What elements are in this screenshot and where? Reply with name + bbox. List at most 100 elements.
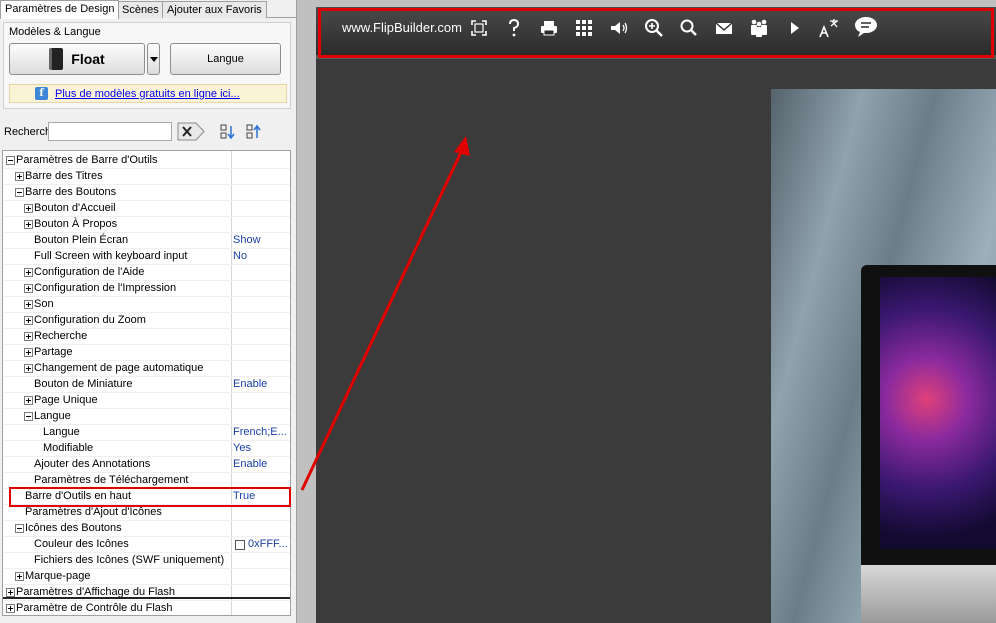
more-templates-bar: f Plus de modèles gratuits en ligne ici.… bbox=[9, 84, 287, 103]
tab-favorites[interactable]: Ajouter aux Favoris bbox=[162, 1, 267, 18]
highlight-box-toolbar-setting bbox=[9, 487, 291, 507]
row-label: Marque-page bbox=[25, 570, 91, 582]
expand-icon[interactable] bbox=[24, 268, 33, 277]
tree-row[interactable]: Bouton Plein Écran Show bbox=[3, 233, 290, 249]
row-label: Recherche bbox=[34, 330, 88, 342]
settings-panel: Paramètres de Design Scènes Ajouter aux … bbox=[0, 0, 297, 623]
row-label: Configuration de l'Impression bbox=[34, 282, 177, 294]
row-label: Paramètres de Téléchargement bbox=[34, 474, 189, 486]
color-swatch[interactable] bbox=[235, 540, 245, 550]
row-label: Langue bbox=[43, 426, 80, 438]
row-value[interactable]: Show bbox=[233, 233, 290, 248]
row-label: Son bbox=[34, 298, 54, 310]
collapse-icon[interactable] bbox=[15, 188, 24, 197]
template-select-button[interactable]: Float bbox=[9, 43, 145, 75]
tree-row[interactable]: Marque-page bbox=[3, 569, 290, 585]
chevron-down-icon bbox=[149, 56, 158, 62]
row-value[interactable]: Enable bbox=[233, 377, 290, 392]
monitor-screen bbox=[880, 277, 996, 549]
more-templates-link[interactable]: Plus de modèles gratuits en ligne ici... bbox=[55, 88, 240, 100]
row-label: Bouton de Miniature bbox=[34, 378, 133, 390]
expand-icon[interactable] bbox=[6, 588, 15, 597]
row-value[interactable]: No bbox=[233, 249, 290, 264]
templates-language-group: Modèles & Langue Float Langue f Plus de … bbox=[3, 22, 291, 109]
tree-row[interactable]: Configuration de l'Aide bbox=[3, 265, 290, 281]
tree-row[interactable]: Changement de page automatique bbox=[3, 361, 290, 377]
tab-scenes[interactable]: Scènes bbox=[117, 1, 164, 18]
expand-icon[interactable] bbox=[24, 300, 33, 309]
search-label: Recherch bbox=[4, 126, 52, 138]
tree-row[interactable]: Son bbox=[3, 297, 290, 313]
tree-row[interactable]: Icônes des Boutons bbox=[3, 521, 290, 537]
monitor-chin bbox=[861, 565, 996, 623]
row-label: Barre des Boutons bbox=[25, 186, 117, 198]
tree-row[interactable]: Modifiable Yes bbox=[3, 441, 290, 457]
tree-row[interactable]: Couleur des Icônes 0xFFF... bbox=[3, 537, 290, 553]
tree-row[interactable]: Paramètre de Contrôle du Flash bbox=[3, 601, 290, 615]
tree-row[interactable]: Fichiers des Icônes (SWF uniquement) bbox=[3, 553, 290, 569]
search-input[interactable] bbox=[48, 122, 172, 141]
row-label: Partage bbox=[34, 346, 73, 358]
tree-row[interactable]: Partage bbox=[3, 345, 290, 361]
tree-row[interactable]: Bouton de Miniature Enable bbox=[3, 377, 290, 393]
row-label: Langue bbox=[34, 410, 71, 422]
expand-icon[interactable] bbox=[15, 572, 24, 581]
tree-row[interactable]: Recherche bbox=[3, 329, 290, 345]
expand-icon[interactable] bbox=[24, 284, 33, 293]
language-button-label: Langue bbox=[207, 53, 244, 65]
expand-icon[interactable] bbox=[24, 364, 33, 373]
expand-all-icon[interactable] bbox=[219, 123, 237, 141]
row-label: Full Screen with keyboard input bbox=[34, 250, 188, 262]
collapse-icon[interactable] bbox=[24, 412, 33, 421]
row-label: Modifiable bbox=[43, 442, 94, 454]
tree-row[interactable]: Page Unique bbox=[3, 393, 290, 409]
tree-row[interactable]: Barre des Titres bbox=[3, 169, 290, 185]
expand-icon[interactable] bbox=[24, 332, 33, 341]
row-label: Page Unique bbox=[34, 394, 98, 406]
template-label: Float bbox=[71, 51, 105, 67]
row-label: Icônes des Boutons bbox=[25, 522, 122, 534]
row-label: Ajouter des Annotations bbox=[34, 458, 151, 470]
tree-row[interactable]: Configuration du Zoom bbox=[3, 313, 290, 329]
clear-search-button[interactable] bbox=[177, 122, 205, 141]
tree-row[interactable]: Bouton À Propos bbox=[3, 217, 290, 233]
row-label: Bouton d'Accueil bbox=[34, 202, 116, 214]
tree-row[interactable]: Bouton d'Accueil bbox=[3, 201, 290, 217]
tree-row[interactable]: Full Screen with keyboard input No bbox=[3, 249, 290, 265]
tab-design-settings[interactable]: Paramètres de Design bbox=[0, 0, 120, 19]
flipbook-stage: www.FlipBuilder.com bbox=[316, 7, 996, 623]
template-dropdown-button[interactable] bbox=[147, 43, 160, 75]
expand-icon[interactable] bbox=[15, 172, 24, 181]
row-label: Couleur des Icônes bbox=[34, 538, 129, 550]
tree-row[interactable]: Paramètres de Barre d'Outils bbox=[3, 153, 290, 169]
clear-icon bbox=[177, 122, 205, 141]
search-row: Recherch bbox=[0, 120, 297, 144]
expand-icon[interactable] bbox=[24, 316, 33, 325]
book-icon bbox=[49, 48, 64, 70]
collapse-icon[interactable] bbox=[6, 156, 15, 165]
tree-row[interactable]: Ajouter des Annotations Enable bbox=[3, 457, 290, 473]
tab-strip: Paramètres de Design Scènes Ajouter aux … bbox=[0, 0, 297, 19]
expand-icon[interactable] bbox=[24, 396, 33, 405]
expand-icon[interactable] bbox=[24, 220, 33, 229]
group-title: Modèles & Langue bbox=[9, 26, 101, 38]
row-label: Changement de page automatique bbox=[34, 362, 204, 374]
row-value[interactable]: Yes bbox=[233, 441, 290, 456]
row-value[interactable]: 0xFFF... bbox=[248, 537, 290, 552]
row-label: Paramètre de Contrôle du Flash bbox=[16, 602, 173, 614]
collapse-icon[interactable] bbox=[15, 524, 24, 533]
language-button[interactable]: Langue bbox=[170, 43, 281, 75]
row-value[interactable]: Enable bbox=[233, 457, 290, 472]
row-value[interactable]: French;E... bbox=[233, 425, 290, 440]
collapse-all-icon[interactable] bbox=[245, 123, 263, 141]
expand-icon[interactable] bbox=[6, 604, 15, 613]
tree-row[interactable]: Langue French;E... bbox=[3, 425, 290, 441]
expand-icon[interactable] bbox=[24, 348, 33, 357]
tree-row[interactable]: Langue bbox=[3, 409, 290, 425]
expand-icon[interactable] bbox=[24, 204, 33, 213]
tree-row[interactable]: Paramètres d'Ajout d'Icônes bbox=[3, 505, 290, 521]
row-label: Paramètres d'Ajout d'Icônes bbox=[25, 506, 162, 518]
row-label: Barre des Titres bbox=[25, 170, 103, 182]
tree-row[interactable]: Configuration de l'Impression bbox=[3, 281, 290, 297]
tree-row[interactable]: Barre des Boutons bbox=[3, 185, 290, 201]
